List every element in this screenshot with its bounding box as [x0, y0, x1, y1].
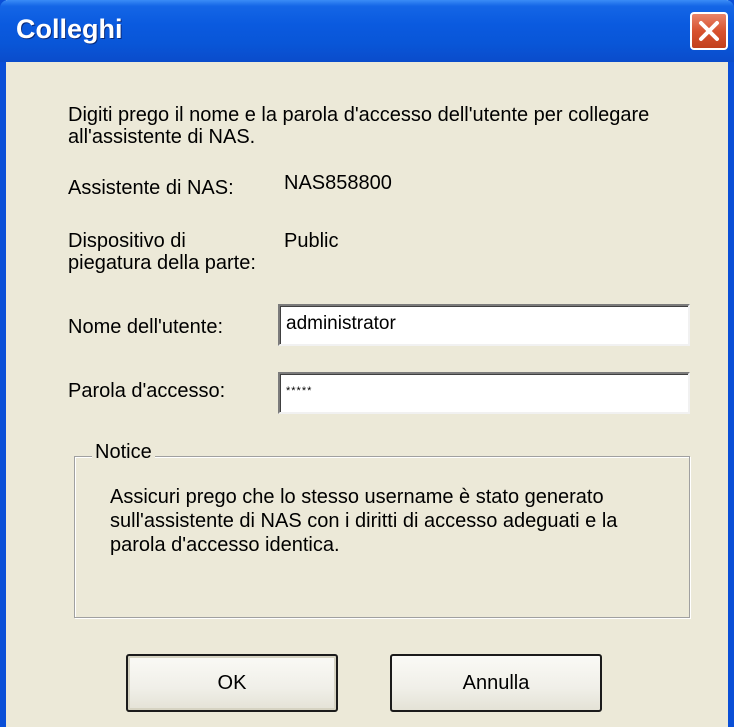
notice-text: Assicuri prego che lo stesso username è … [110, 486, 618, 556]
login-dialog: Colleghi Digiti prego il nome e la parol… [0, 0, 734, 727]
notice-legend: Notice [92, 441, 155, 464]
share-label-line2: piegatura della parte: [68, 252, 256, 274]
nas-value: NAS858800 [284, 172, 392, 194]
password-input[interactable]: ***** [278, 372, 690, 414]
password-value: ***** [286, 385, 313, 397]
close-button[interactable] [690, 12, 728, 50]
nas-label: Assistente di NAS: [68, 177, 234, 199]
username-label: Nome dell'utente: [68, 316, 224, 338]
ok-button[interactable]: OK [126, 654, 338, 712]
close-icon [699, 21, 719, 41]
username-value: administrator [286, 313, 396, 334]
share-value: Public [284, 230, 339, 252]
title-bar[interactable]: Colleghi [0, 0, 734, 62]
password-label: Parola d'accesso: [68, 380, 226, 402]
window-title: Colleghi [16, 14, 123, 44]
username-input[interactable]: administrator [278, 304, 690, 346]
cancel-button[interactable]: Annulla [390, 654, 602, 712]
share-label-line1: Dispositivo di [68, 230, 186, 252]
instructions-text: Digiti prego il nome e la parola d'acces… [68, 104, 650, 148]
